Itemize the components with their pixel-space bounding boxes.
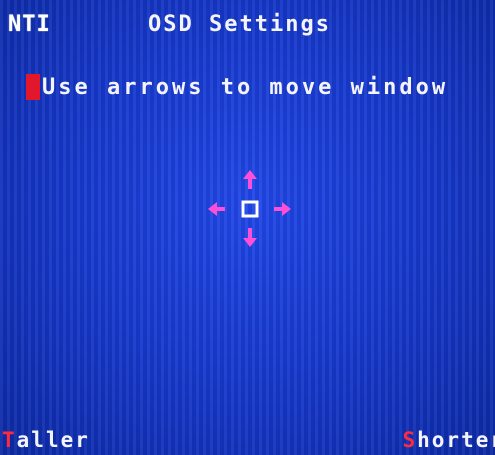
- instruction-text: Use arrows to move window: [42, 74, 449, 100]
- taller-hotkey: T: [2, 428, 17, 452]
- page-title: OSD Settings: [148, 12, 331, 37]
- selection-cursor: [26, 74, 40, 100]
- shorter-hotkey: S: [402, 428, 418, 452]
- position-arrows-graphic: [208, 170, 291, 247]
- instruction-row: Use arrows to move window: [26, 74, 448, 100]
- taller-label: aller: [16, 428, 90, 452]
- window-position-box-icon: [241, 200, 259, 218]
- shorter-label: horter: [417, 428, 495, 452]
- down-arrow-icon[interactable]: [243, 228, 257, 247]
- right-arrow-icon[interactable]: [274, 202, 291, 216]
- up-arrow-icon[interactable]: [243, 170, 257, 189]
- brand-logo: NTI: [8, 12, 51, 37]
- shorter-softkey[interactable]: Shorter: [402, 428, 495, 452]
- left-arrow-icon[interactable]: [208, 202, 225, 216]
- position-arrows: [205, 165, 295, 255]
- taller-softkey[interactable]: Taller: [2, 428, 90, 452]
- osd-screen: NTI OSD Settings Use arrows to move wind…: [0, 0, 495, 455]
